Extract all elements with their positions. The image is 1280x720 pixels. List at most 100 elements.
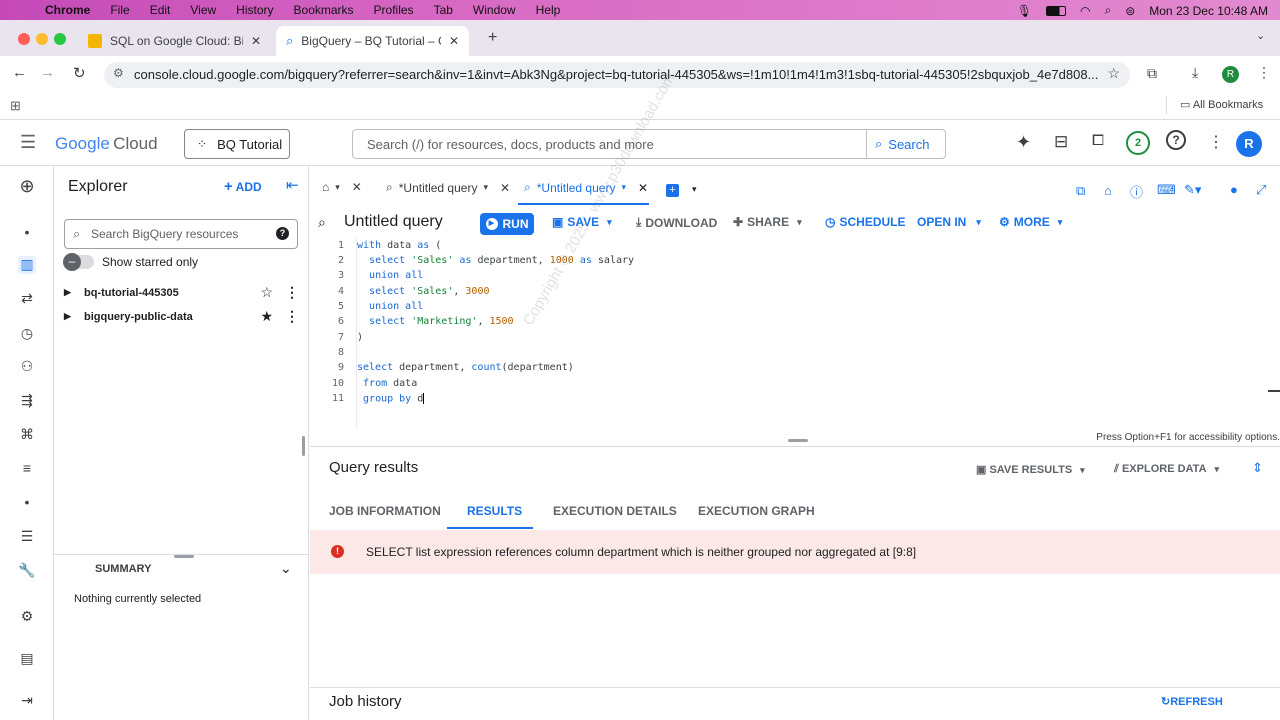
- address-bar[interactable]: ⚙ console.cloud.google.com/bigquery?refe…: [104, 62, 1130, 88]
- home-icon-2[interactable]: ⌂: [1104, 183, 1112, 198]
- close-icon[interactable]: ✕: [500, 181, 510, 195]
- all-bookmarks-link[interactable]: ▭ All Bookmarks: [1180, 98, 1263, 111]
- new-query-chevron-icon[interactable]: ▾: [692, 184, 697, 195]
- scheduled-queries-clock-icon[interactable]: ◷: [18, 325, 36, 343]
- close-window-button[interactable]: [18, 33, 30, 45]
- notifications-badge[interactable]: 2: [1126, 131, 1150, 155]
- panel-resize-handle[interactable]: [302, 436, 305, 456]
- google-cloud-logo[interactable]: Google Cloud: [55, 134, 158, 154]
- window-icon[interactable]: ⧉: [1076, 183, 1085, 199]
- menu-view[interactable]: View: [190, 3, 216, 17]
- fullscreen-icon[interactable]: ⤢: [1256, 182, 1266, 198]
- editor-resize-handle[interactable]: [788, 439, 808, 442]
- wifi-icon[interactable]: ◠: [1080, 4, 1090, 18]
- pipelines-icon[interactable]: ⌘: [18, 426, 36, 444]
- schedule-button[interactable]: ◷ SCHEDULE: [825, 215, 906, 229]
- help-icon[interactable]: ?: [1166, 130, 1186, 150]
- console-search-input[interactable]: Search (/) for resources, docs, products…: [352, 129, 867, 159]
- open-in-button[interactable]: OPEN IN ▾: [917, 215, 981, 229]
- downloads-icon[interactable]: ⤓: [1192, 64, 1198, 81]
- tree-item-public-data[interactable]: ▶ bigquery-public-data ★ ⋮: [64, 308, 299, 325]
- run-button[interactable]: ▶ RUN: [480, 213, 534, 235]
- lightbulb-icon[interactable]: ●: [1230, 182, 1238, 197]
- browser-profile-avatar[interactable]: R: [1222, 66, 1239, 83]
- tab-close-icon[interactable]: ✕: [449, 34, 459, 48]
- starred-toggle-switch[interactable]: –: [63, 253, 94, 271]
- admin-list-icon[interactable]: ☰: [18, 528, 36, 546]
- expand-rail-icon[interactable]: ⇥: [18, 692, 36, 710]
- release-notes-icon[interactable]: ▤: [18, 650, 36, 668]
- star-outline-icon[interactable]: ☆: [260, 284, 273, 301]
- menu-bookmarks[interactable]: Bookmarks: [294, 3, 354, 17]
- bookmark-star-icon[interactable]: ☆: [1107, 65, 1120, 82]
- expand-arrow-icon[interactable]: ▶: [64, 287, 84, 298]
- chevron-down-icon[interactable]: ▾: [335, 182, 340, 193]
- cloud-shell-icon[interactable]: ⧠: [1092, 132, 1104, 149]
- explorer-search-input[interactable]: ⌕ Search BigQuery resources ?: [64, 219, 298, 249]
- explore-data-button[interactable]: ⫽ EXPLORE DATA ▾: [1114, 463, 1219, 476]
- menu-app-chrome[interactable]: Chrome: [45, 3, 90, 17]
- magic-wand-icon[interactable]: ✎▾: [1184, 182, 1201, 198]
- save-button[interactable]: ▣ SAVE ▾: [552, 215, 612, 229]
- bigquery-logo-icon[interactable]: ⊕: [18, 176, 36, 196]
- summary-drag-handle[interactable]: [174, 555, 194, 558]
- query-tab-1[interactable]: ⌕ *Untitled query ▾ ✕: [386, 180, 510, 195]
- download-button[interactable]: ⤓ DOWNLOAD: [636, 215, 717, 230]
- add-data-button[interactable]: + ADD: [224, 178, 262, 195]
- microphone-icon[interactable]: 🎙: [1017, 4, 1032, 18]
- project-picker-button[interactable]: ⁘ BQ Tutorial: [184, 129, 290, 159]
- account-avatar[interactable]: R: [1236, 131, 1262, 157]
- home-tab[interactable]: ⌂ ▾ ✕: [322, 180, 362, 194]
- kebab-menu-icon[interactable]: ⋮: [285, 284, 299, 301]
- tab-results[interactable]: RESULTS: [467, 504, 522, 518]
- dot-icon-2[interactable]: •: [18, 494, 36, 512]
- console-search-button[interactable]: ⌕ Search: [866, 129, 946, 159]
- chevron-down-icon[interactable]: ▾: [621, 182, 626, 193]
- job-history-title[interactable]: Job history: [329, 693, 402, 710]
- tab-execution-details[interactable]: EXECUTION DETAILS: [553, 504, 677, 518]
- starred-toggle-row[interactable]: – Show starred only: [63, 253, 198, 271]
- menu-help[interactable]: Help: [536, 3, 561, 17]
- summary-header[interactable]: SUMMARY: [95, 563, 151, 575]
- wrench-icon[interactable]: 🔧: [18, 562, 36, 580]
- forward-arrow-icon[interactable]: →: [40, 64, 55, 81]
- expand-arrow-icon[interactable]: ▶: [64, 311, 84, 322]
- info-icon[interactable]: ⓘ: [1130, 182, 1143, 201]
- analytics-hub-icon[interactable]: ⚇: [18, 358, 36, 376]
- back-arrow-icon[interactable]: ←: [12, 64, 27, 81]
- tab-job-information[interactable]: JOB INFORMATION: [329, 504, 441, 518]
- tab-close-icon[interactable]: ✕: [251, 34, 261, 48]
- keyboard-icon[interactable]: ⌨: [1157, 182, 1176, 198]
- browser-tab-sql-course[interactable]: SQL on Google Cloud: BigQue ✕: [78, 26, 271, 56]
- list-icon[interactable]: ≡: [18, 460, 36, 478]
- menu-profiles[interactable]: Profiles: [374, 3, 414, 17]
- query-tab-2-active[interactable]: ⌕ *Untitled query ▾ ✕: [524, 180, 648, 195]
- menu-tab[interactable]: Tab: [434, 3, 453, 17]
- menu-window[interactable]: Window: [473, 3, 516, 17]
- menu-clock[interactable]: Mon 23 Dec 10:48 AM: [1149, 4, 1268, 18]
- zoom-window-button[interactable]: [54, 33, 66, 45]
- transfers-icon[interactable]: ⇄: [18, 290, 36, 308]
- browser-menu-kebab-icon[interactable]: ⋮: [1257, 64, 1271, 81]
- new-query-plus-icon[interactable]: +: [666, 184, 679, 197]
- menu-file[interactable]: File: [110, 3, 129, 17]
- tab-execution-graph[interactable]: EXECUTION GRAPH: [698, 504, 815, 518]
- search-help-icon[interactable]: ?: [276, 227, 289, 240]
- share-button[interactable]: ✚ SHARE ▾: [733, 215, 802, 229]
- gear-icon[interactable]: ⚙: [18, 608, 36, 626]
- chevron-down-icon[interactable]: ▾: [483, 182, 488, 193]
- site-info-icon[interactable]: ⚙: [113, 66, 124, 80]
- star-filled-icon[interactable]: ★: [260, 308, 273, 325]
- settings-kebab-icon[interactable]: ⋮: [1208, 132, 1224, 152]
- collapse-panel-icon[interactable]: ⇤: [286, 176, 299, 194]
- apps-grid-icon[interactable]: ⊞: [10, 98, 21, 114]
- save-results-button[interactable]: ▣ SAVE RESULTS ▾: [976, 463, 1085, 476]
- dot-icon[interactable]: •: [18, 224, 36, 242]
- menu-edit[interactable]: Edit: [150, 3, 171, 17]
- new-tab-plus-icon[interactable]: +: [488, 29, 497, 47]
- battery-icon[interactable]: [1045, 5, 1066, 16]
- studio-icon[interactable]: ▥: [18, 256, 36, 274]
- gemini-sparkle-icon[interactable]: ✦: [1016, 132, 1031, 153]
- chevron-down-icon[interactable]: ⌄: [280, 560, 292, 577]
- menu-history[interactable]: History: [236, 3, 273, 17]
